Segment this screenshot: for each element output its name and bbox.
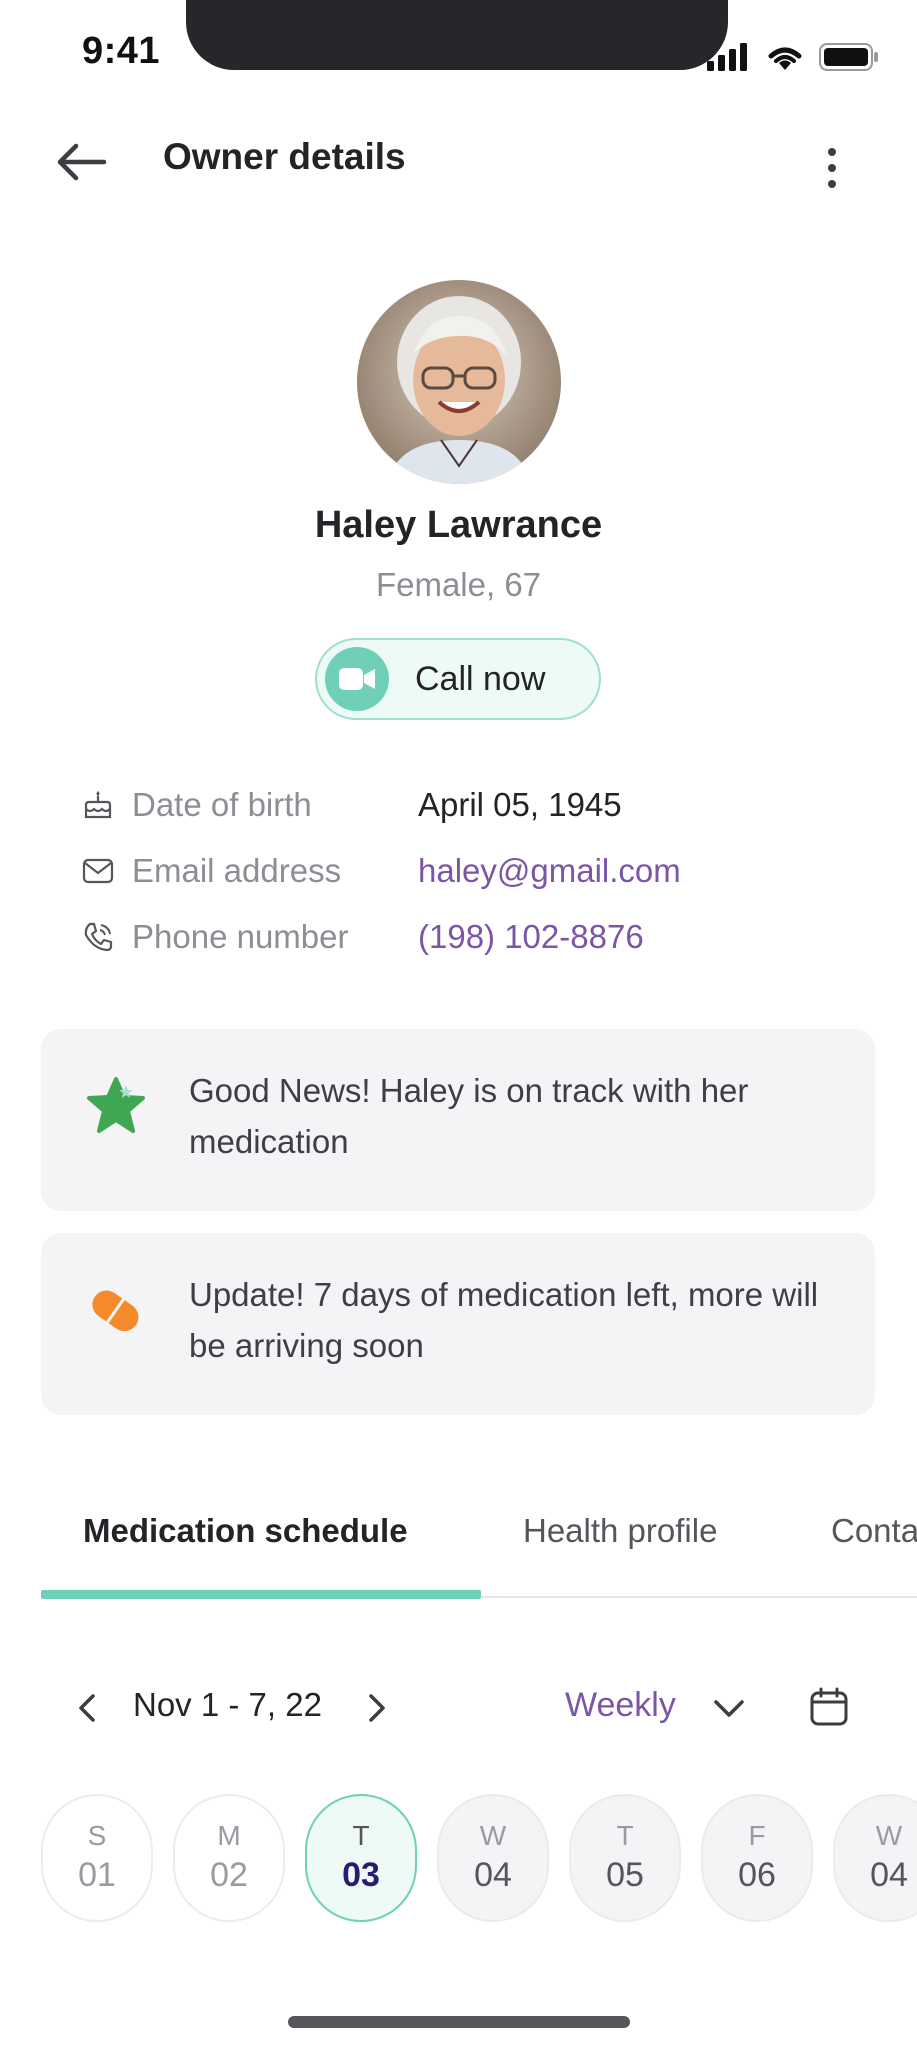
day-number: 06 <box>738 1856 776 1894</box>
next-week-chevron-icon[interactable] <box>362 1688 392 1728</box>
day-letter: T <box>352 1820 370 1851</box>
wifi-icon <box>768 47 802 70</box>
video-camera-icon <box>325 647 389 711</box>
active-tab-indicator <box>41 1590 481 1599</box>
day-pill[interactable]: W 04 <box>833 1794 917 1922</box>
owner-name: Haley Lawrance <box>314 504 603 546</box>
day-number: 04 <box>474 1856 512 1894</box>
status-icons <box>707 42 879 72</box>
day-pill-selected[interactable]: T 03 <box>305 1794 417 1922</box>
pill-icon <box>92 1290 139 1332</box>
day-letter: W <box>875 1820 903 1851</box>
email-address-label: Email address <box>132 852 342 889</box>
email-link[interactable]: haley@gmail.com <box>418 852 681 890</box>
info-row-email: Email address haley@gmail.com <box>80 846 681 896</box>
tab-health-profile[interactable]: Health profile <box>523 1512 717 1550</box>
home-indicator <box>288 2016 630 2028</box>
day-selector: S 01 M 02 T 03 W 04 T 05 F 06 W 04 <box>41 1794 917 1924</box>
battery-icon <box>819 43 878 71</box>
good-news-card: Good News! Haley is on track with her me… <box>41 1029 875 1211</box>
tab-bar: Medication schedule Health profile Conta… <box>41 1506 917 1602</box>
day-pill[interactable]: T 05 <box>569 1794 681 1922</box>
phone-icon <box>80 919 116 955</box>
device-notch <box>186 0 728 70</box>
day-letter: S <box>87 1820 107 1851</box>
day-number: 01 <box>78 1856 116 1894</box>
view-mode-select[interactable]: Weekly <box>565 1686 676 1725</box>
chevron-down-icon[interactable] <box>710 1690 748 1728</box>
tab-contacts[interactable]: Contacts <box>831 1512 917 1550</box>
more-options-icon[interactable] <box>827 148 837 188</box>
day-letter: F <box>748 1820 766 1851</box>
back-arrow-icon[interactable] <box>54 140 108 184</box>
call-now-label: Call now <box>415 659 546 698</box>
medication-update-text: Update! 7 days of medication left, more … <box>189 1276 819 1364</box>
phone-link[interactable]: (198) 102-8876 <box>418 918 644 956</box>
phone-number-label: Phone number <box>132 918 349 955</box>
day-number: 03 <box>342 1856 380 1894</box>
cake-icon <box>80 787 116 823</box>
tab-medication-schedule[interactable]: Medication schedule <box>83 1512 408 1550</box>
day-pill[interactable]: F 06 <box>701 1794 813 1922</box>
good-news-text: Good News! Haley is on track with her me… <box>189 1072 749 1160</box>
day-number: 05 <box>606 1856 644 1894</box>
date-range: Nov 1 - 7, 22 <box>133 1686 322 1723</box>
signal-icon <box>707 43 747 71</box>
info-row-date-of-birth: Date of birth April 05, 1945 <box>80 780 622 830</box>
day-pill[interactable]: W 04 <box>437 1794 549 1922</box>
day-pill[interactable]: M 02 <box>173 1794 285 1922</box>
day-letter: T <box>616 1820 634 1851</box>
day-letter: W <box>479 1820 507 1851</box>
info-row-phone: Phone number (198) 102-8876 <box>80 912 644 962</box>
day-letter: M <box>217 1820 241 1851</box>
day-number: 02 <box>210 1856 248 1894</box>
status-time: 9:41 <box>82 30 161 72</box>
mail-icon <box>80 853 116 889</box>
date-of-birth-label: Date of birth <box>132 786 312 823</box>
owner-gender-age: Female, 67 <box>375 566 542 603</box>
calendar-icon[interactable] <box>808 1686 850 1728</box>
previous-week-chevron-icon[interactable] <box>72 1688 102 1728</box>
date-of-birth-value: April 05, 1945 <box>418 786 622 823</box>
avatar <box>357 280 561 484</box>
star-icon <box>87 1077 145 1133</box>
page-title: Owner details <box>163 136 406 177</box>
day-number: 04 <box>870 1856 908 1894</box>
medication-update-card: Update! 7 days of medication left, more … <box>41 1233 875 1415</box>
call-now-button[interactable]: Call now <box>315 638 601 720</box>
day-pill[interactable]: S 01 <box>41 1794 153 1922</box>
